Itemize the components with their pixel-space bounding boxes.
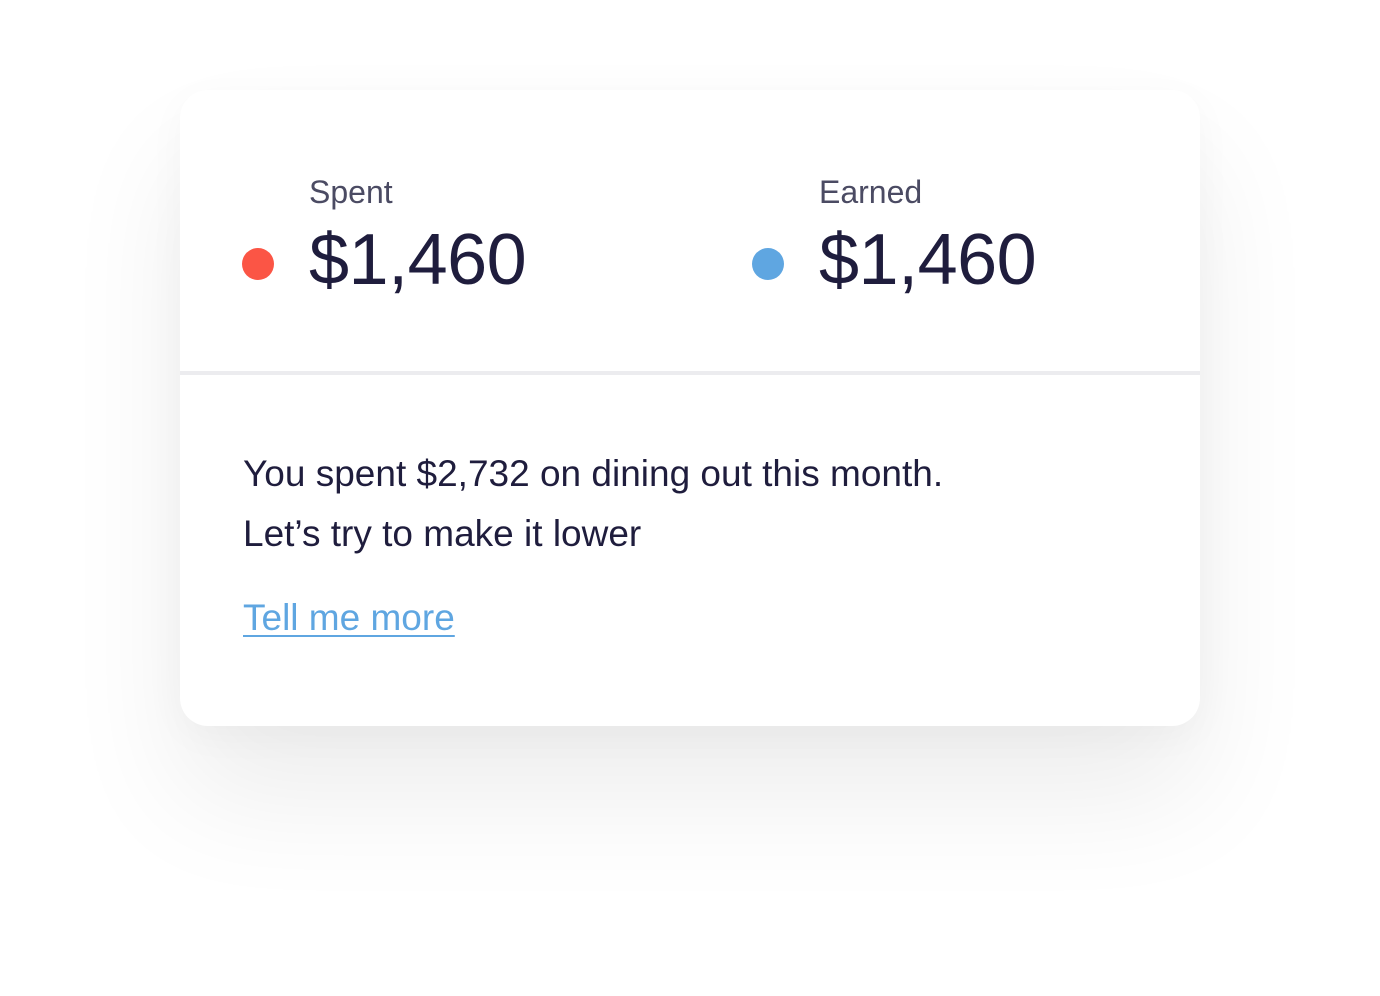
spending-summary-card: Spent $1,460 Earned $1,460 You spent $2,… [180,90,1200,726]
spent-label: Spent [309,174,393,210]
red-dot-icon [242,248,274,280]
insight-message: You spent $2,732 on dining out this mont… [243,444,1143,564]
page-background: Spent $1,460 Earned $1,460 You spent $2,… [0,0,1380,996]
earned-value: $1,460 [819,220,1037,300]
summary-section: Spent $1,460 Earned $1,460 [180,90,1200,371]
earned-label: Earned [819,174,923,210]
insight-line-2: Let’s try to make it lower [243,513,642,554]
blue-dot-icon [752,248,784,280]
tell-me-more-link[interactable]: Tell me more [243,593,455,643]
spent-value: $1,460 [309,220,527,300]
section-divider [180,371,1200,375]
insight-line-1: You spent $2,732 on dining out this mont… [243,453,944,494]
